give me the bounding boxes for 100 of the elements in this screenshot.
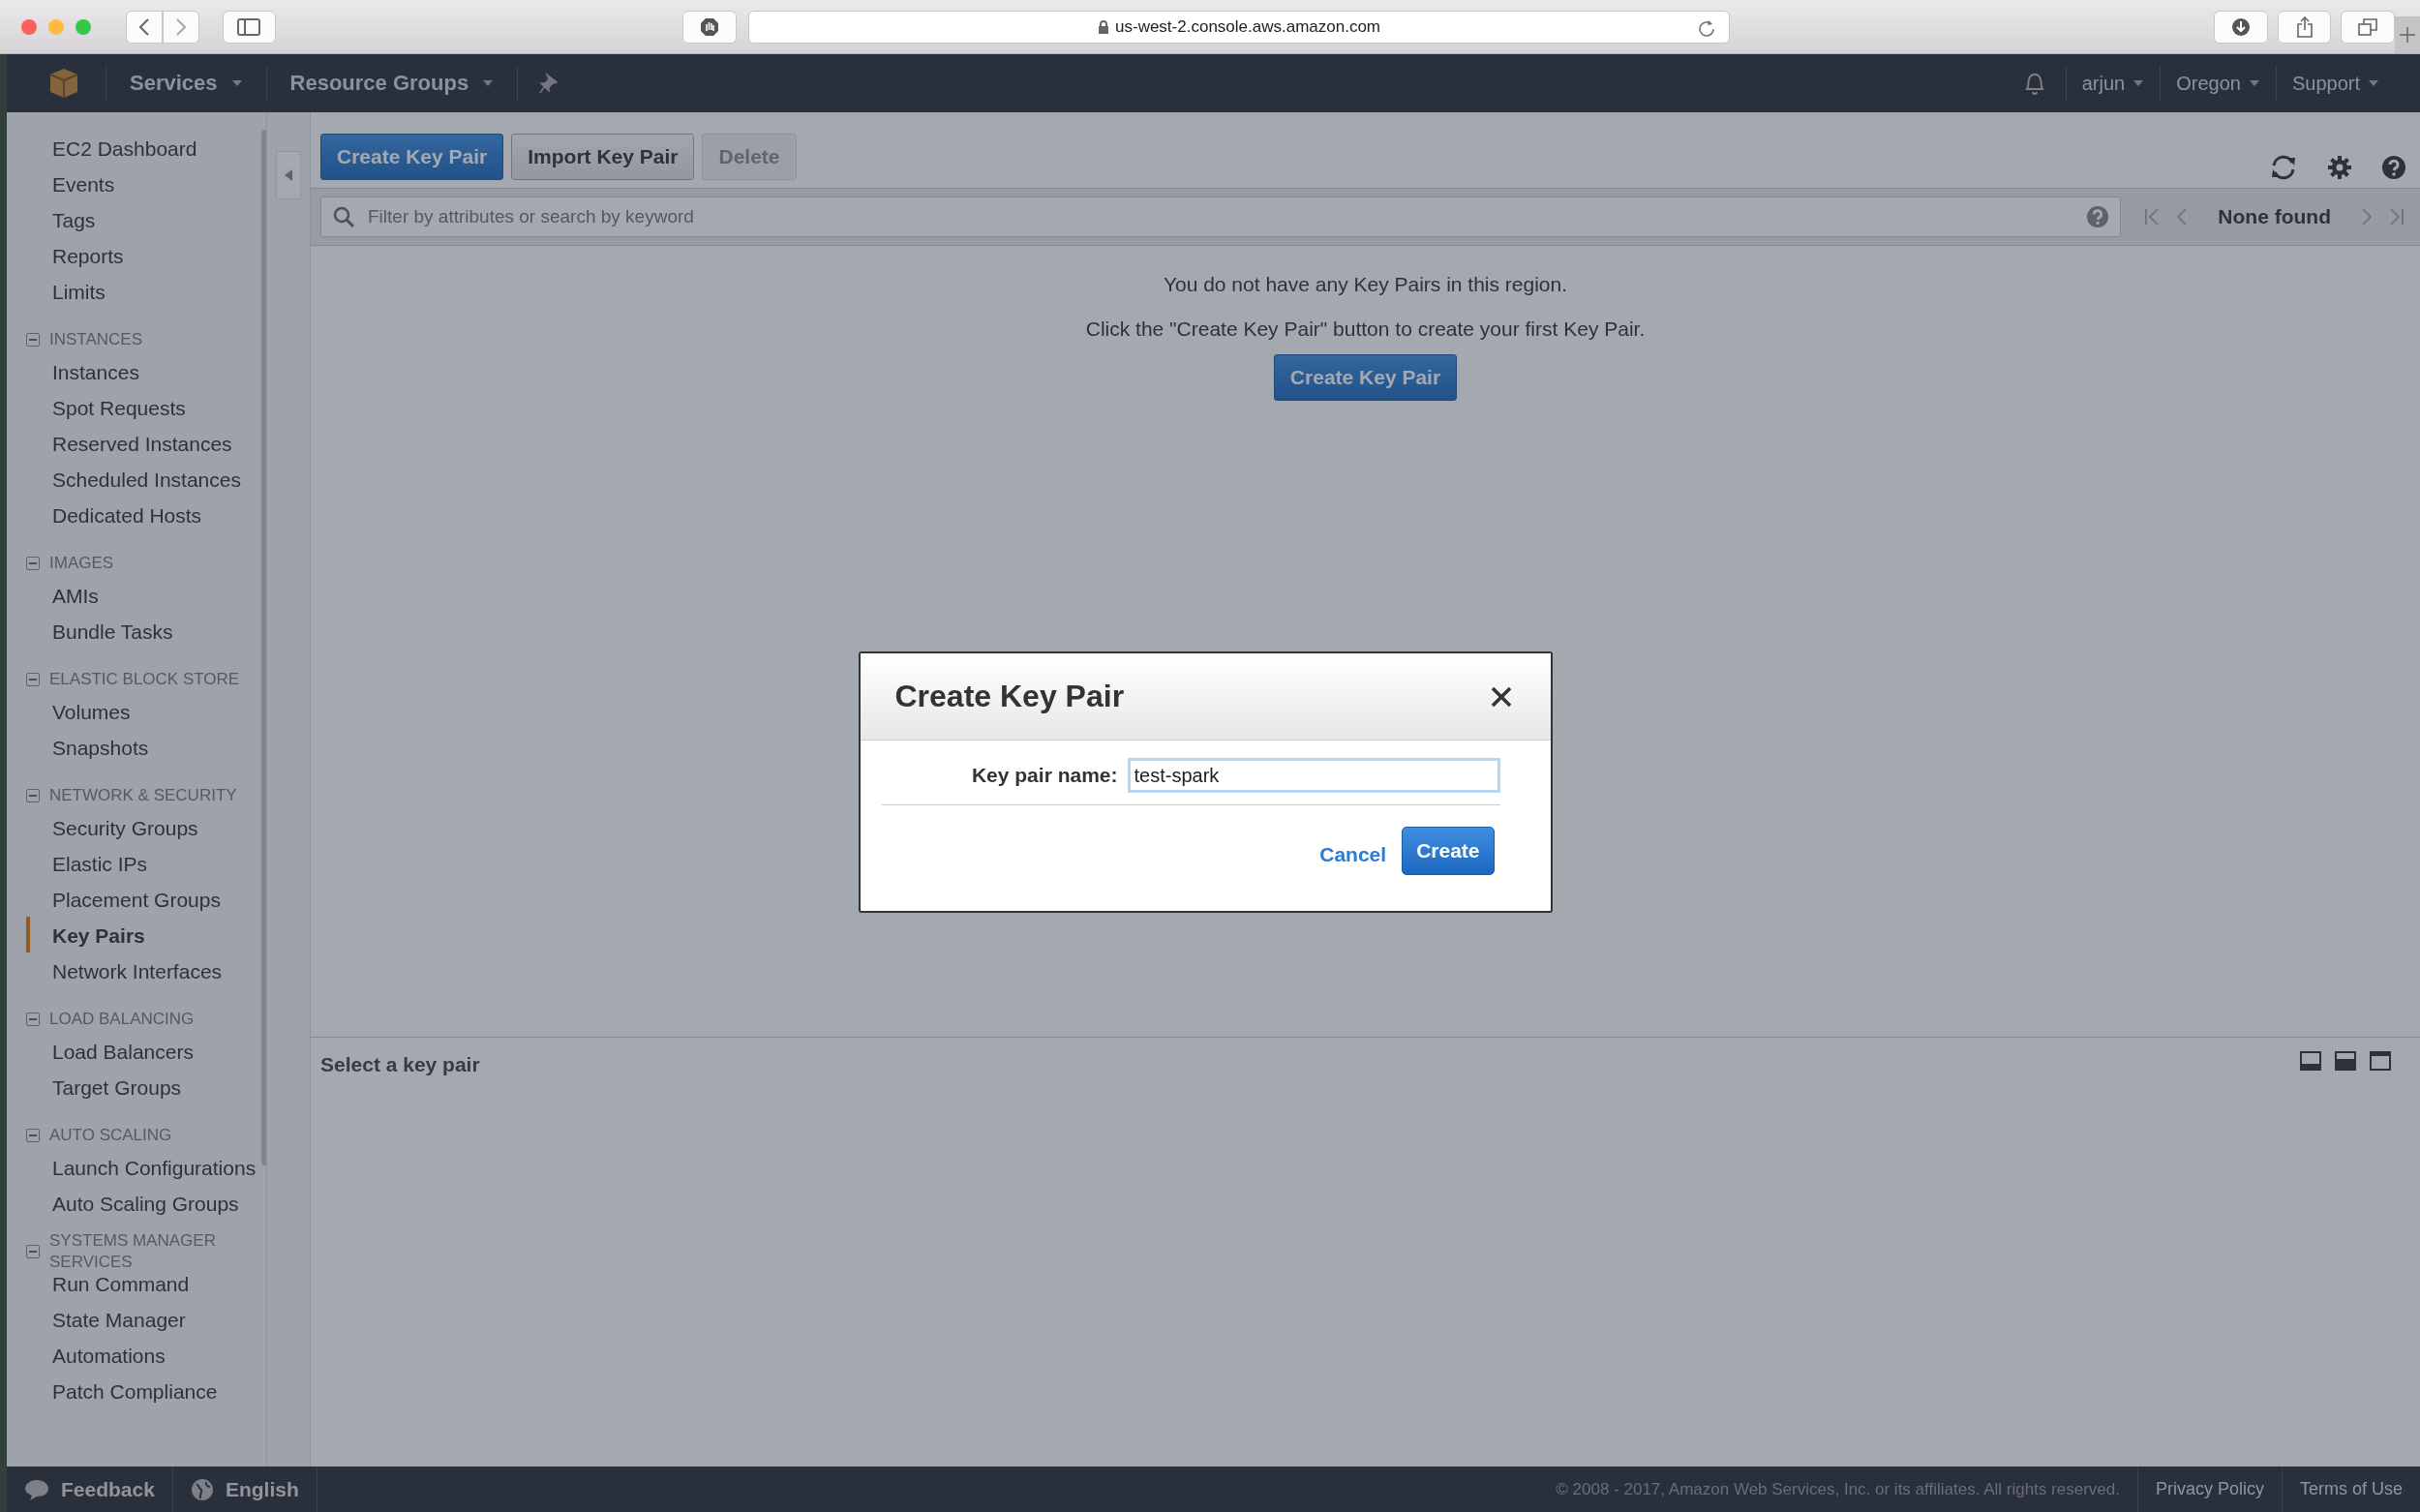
feedback-button[interactable]: Feedback <box>7 1467 173 1512</box>
sidebar-item[interactable]: Patch Compliance <box>26 1373 262 1408</box>
language-button[interactable]: English <box>172 1467 318 1512</box>
sidebar-item[interactable]: Placement Groups <box>26 881 262 917</box>
sidebar-item[interactable]: Automations <box>26 1337 262 1373</box>
toolbar-button[interactable]: Create Key Pair <box>320 134 504 180</box>
pin-icon[interactable] <box>539 73 560 94</box>
hand-octagon-icon <box>700 16 720 37</box>
caret-icon <box>230 79 243 87</box>
speech-bubble-icon <box>24 1477 49 1501</box>
settings-icon[interactable] <box>2327 155 2352 180</box>
share-icon <box>2295 15 2314 38</box>
sidebar-item[interactable]: Launch Configurations <box>26 1149 262 1185</box>
forward-chevron-icon <box>175 17 186 36</box>
sidebar-item[interactable]: Auto Scaling Groups <box>26 1185 262 1221</box>
copyright-text: © 2008 - 2017, Amazon Web Services, Inc. or its affiliates. All rights reserved. <box>1556 1479 2120 1499</box>
refresh-icon[interactable] <box>2269 155 2298 180</box>
toolbar-button[interactable]: Import Key Pair <box>511 134 695 180</box>
lock-icon <box>1098 19 1109 34</box>
reload-icon[interactable] <box>1698 18 1716 37</box>
nav-menu[interactable]: Support <box>2276 72 2395 95</box>
caret-icon <box>2133 79 2145 87</box>
close-icon <box>1490 685 1512 708</box>
sidebar-item[interactable]: Elastic IPs <box>26 845 262 881</box>
sidebar-item[interactable]: Scheduled Instances <box>26 461 262 497</box>
window-close-button[interactable] <box>21 18 37 35</box>
globe-icon <box>190 1477 214 1501</box>
nav-menu[interactable]: Oregon <box>2161 72 2276 95</box>
section-heading: AUTO SCALING <box>49 1125 173 1146</box>
details-title: Select a key pair <box>320 1053 480 1076</box>
share-button[interactable] <box>2277 10 2332 44</box>
sidebar-item[interactable]: AMIs <box>26 577 262 613</box>
collapse-sidebar-button[interactable] <box>276 151 301 199</box>
sidebar-item[interactable]: Reserved Instances <box>26 425 262 461</box>
sidebar-item[interactable]: Target Groups <box>26 1069 262 1104</box>
nav-menu[interactable]: Resource Groups <box>266 71 518 96</box>
section-heading: SYSTEMS MANAGER SERVICES <box>49 1230 217 1273</box>
collapse-icon[interactable] <box>26 1013 40 1026</box>
collapse-icon[interactable] <box>26 1129 40 1142</box>
downloads-button[interactable] <box>2214 10 2268 44</box>
sidebar-item[interactable]: Spot Requests <box>26 389 262 425</box>
left-triangle-icon <box>285 169 292 181</box>
filter-field[interactable]: Filter by attributes or search by keyword <box>320 197 2122 237</box>
section-heading: INSTANCES <box>49 329 144 350</box>
sidebar-item[interactable]: Events <box>26 166 262 201</box>
tabs-button[interactable] <box>2341 10 2396 44</box>
section-heading: NETWORK & SECURITY <box>49 785 238 806</box>
caret-icon <box>2248 79 2260 87</box>
tabs-icon <box>2358 17 2378 36</box>
sidebar-item[interactable]: Network Interfaces <box>26 953 262 988</box>
download-icon <box>2230 16 2251 37</box>
nav-menu[interactable]: arjun <box>2066 72 2161 95</box>
sidebar-item[interactable]: Reports <box>26 237 262 273</box>
content-blocker-button[interactable] <box>682 10 737 44</box>
sidebar-icon <box>237 17 261 36</box>
create-key-pair-button[interactable]: Create Key Pair <box>1273 354 1458 401</box>
create-button[interactable]: Create <box>1402 827 1495 875</box>
sidebar-item[interactable]: Bundle Tasks <box>26 613 262 649</box>
section-heading: IMAGES <box>49 553 115 574</box>
plus-icon <box>2400 27 2416 43</box>
bell-icon[interactable] <box>2022 71 2046 96</box>
address-bar[interactable]: us-west-2.console.aws.amazon.com <box>747 10 1731 44</box>
sidebar-item[interactable]: Instances <box>26 353 262 389</box>
sidebar-item[interactable]: Snapshots <box>26 729 262 765</box>
help-icon[interactable] <box>2086 205 2110 228</box>
help-icon[interactable] <box>2381 155 2406 180</box>
url-text: us-west-2.console.aws.amazon.com <box>1115 16 1381 37</box>
key-pair-name-field[interactable]: test-spark <box>1127 758 1500 793</box>
collapse-icon[interactable] <box>26 557 40 570</box>
section-heading: LOAD BALANCING <box>49 1009 196 1030</box>
footer-link[interactable]: Privacy Policy <box>2136 1467 2282 1512</box>
sidebar-item[interactable]: Volumes <box>26 693 262 729</box>
sidebar-item[interactable]: Security Groups <box>26 809 262 845</box>
sidebar-item[interactable]: EC2 Dashboard <box>26 130 262 166</box>
caret-icon <box>2368 79 2379 87</box>
sidebar-item[interactable]: State Manager <box>26 1301 262 1337</box>
collapse-icon[interactable] <box>26 1245 40 1258</box>
pagination-status: None found <box>2218 205 2331 228</box>
new-tab-button[interactable] <box>2395 16 2420 53</box>
back-chevron-icon <box>138 17 149 36</box>
nav-menu[interactable]: Services <box>106 71 266 96</box>
empty-hint: Click the "Create Key Pair" button to create your first Key Pair. <box>1085 318 1646 341</box>
panel-layout-icon[interactable] <box>2335 1051 2356 1071</box>
collapse-icon[interactable] <box>26 673 40 686</box>
sidebar-item[interactable]: Dedicated Hosts <box>26 497 262 532</box>
panel-layout-icon[interactable] <box>2370 1051 2391 1071</box>
sidebar-item[interactable]: Limits <box>26 273 262 309</box>
collapse-icon[interactable] <box>26 333 40 347</box>
forward-button[interactable] <box>162 10 199 44</box>
back-button[interactable] <box>126 10 163 44</box>
sidebar-item[interactable]: Tags <box>26 201 262 237</box>
cube-logo-icon[interactable] <box>47 67 80 100</box>
cancel-link[interactable]: Cancel <box>1319 843 1387 866</box>
panel-layout-icon[interactable] <box>2300 1051 2321 1071</box>
sidebar-toggle-button[interactable] <box>222 10 277 44</box>
collapse-icon[interactable] <box>26 789 40 802</box>
window-zoom-button[interactable] <box>76 18 91 35</box>
sidebar-item[interactable]: Load Balancers <box>26 1033 262 1069</box>
footer-link[interactable]: Terms of Use <box>2281 1467 2420 1512</box>
empty-message: You do not have any Key Pairs in this region. <box>1163 273 1568 296</box>
